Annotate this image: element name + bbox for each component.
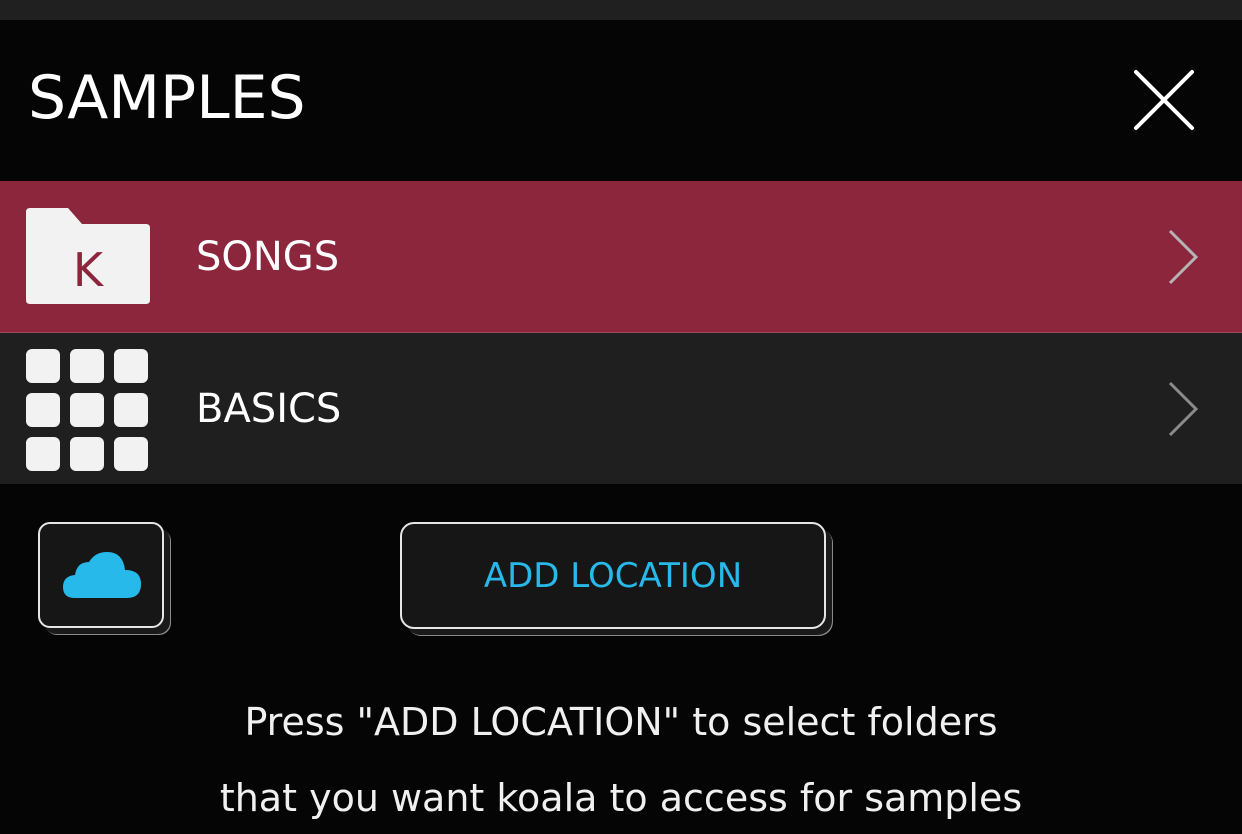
top-bar [0, 0, 1242, 20]
close-icon [1134, 70, 1194, 130]
hint-text-line-1: Press "ADD LOCATION" to select folders [244, 700, 998, 744]
close-button[interactable] [1124, 62, 1204, 142]
koala-folder-icon: K [26, 208, 150, 304]
folder-letter: K [73, 243, 105, 297]
location-row-songs[interactable]: K SONGS [0, 181, 1242, 333]
location-label-songs: SONGS [196, 233, 340, 280]
chevron-right-icon [1168, 229, 1199, 285]
samples-screen: SAMPLES K SONGS BASICS ADD LOCATION Pres… [0, 0, 1242, 834]
cloud-button[interactable] [38, 522, 164, 628]
hint-text-line-2: that you want koala to access for sample… [219, 776, 1023, 820]
location-row-basics[interactable]: BASICS [0, 333, 1242, 484]
location-label-basics: BASICS [196, 385, 342, 432]
cloud-icon [63, 552, 141, 598]
add-location-button[interactable]: ADD LOCATION [400, 522, 826, 629]
pad-grid-icon [26, 349, 150, 471]
chevron-right-icon [1168, 381, 1199, 437]
page-title: SAMPLES [28, 63, 306, 133]
